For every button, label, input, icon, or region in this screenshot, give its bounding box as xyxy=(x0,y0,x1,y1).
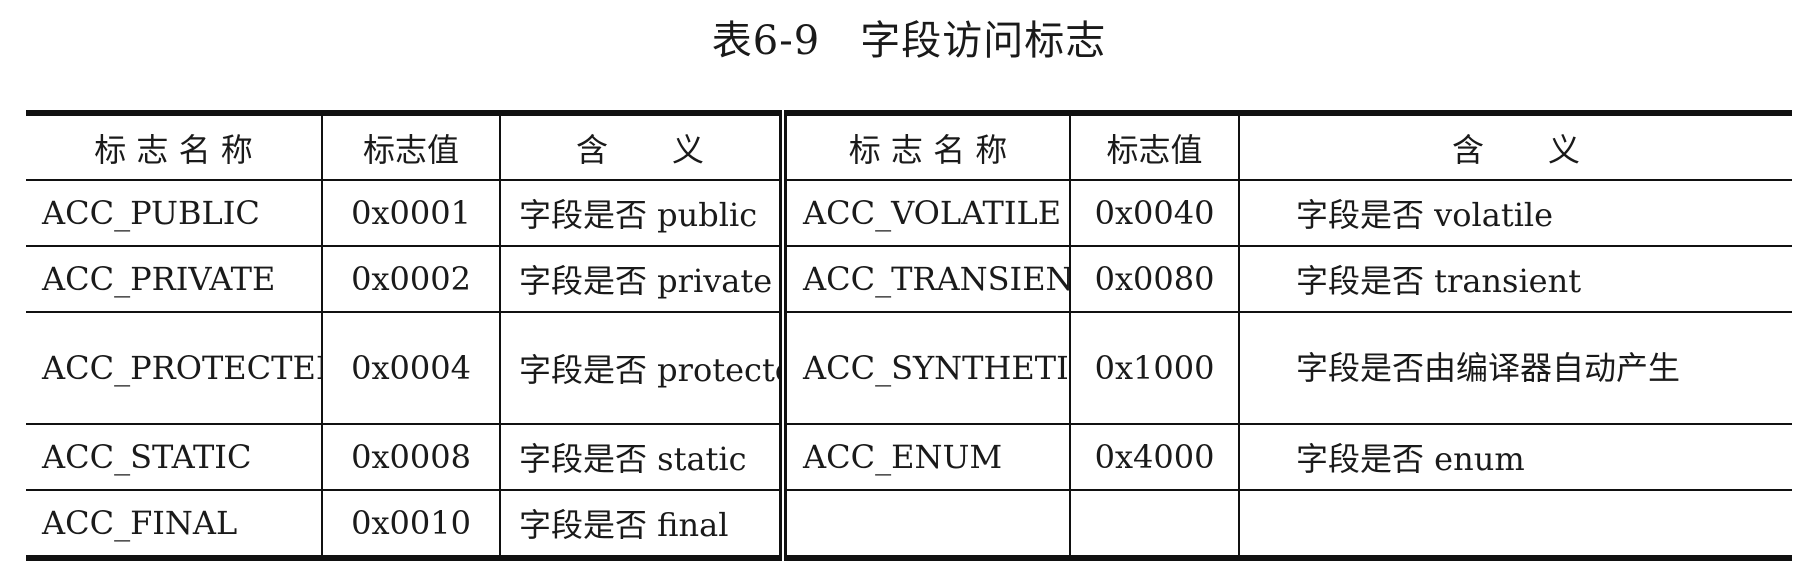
flag-value-cell xyxy=(1070,490,1240,558)
flag-meaning-cell: 字段是否 enum xyxy=(1239,424,1792,491)
flag-meaning-text: 字段是否由编译器自动产生 xyxy=(1296,349,1681,387)
flag-value-cell: 0x4000 xyxy=(1070,424,1240,491)
table-row: ACC_PROTECTED 0x0004 字段是否 protected ACC_… xyxy=(26,312,1792,425)
table-title: 字段访问标志 xyxy=(860,18,1107,64)
flag-meaning-cell xyxy=(1239,490,1792,558)
flag-meaning-cell: 字段是否 private xyxy=(500,246,787,313)
field-access-flags-table: 标 志 名 称 标志值 含 义 标 志 名 称 标志值 含 义 ACC_PUBL… xyxy=(26,110,1792,561)
header-flag-value-right: 标志值 xyxy=(1070,113,1240,181)
flag-name-cell: ACC_TRANSIENT xyxy=(783,246,1071,313)
table-row: ACC_FINAL 0x0010 字段是否 final xyxy=(26,490,1792,558)
flag-meaning-cell: 字段是否 static xyxy=(500,424,787,491)
table-number: 表6-9 xyxy=(711,18,821,64)
table-row: ACC_STATIC 0x0008 字段是否 static ACC_ENUM 0… xyxy=(26,424,1792,491)
header-flag-name-right: 标 志 名 称 xyxy=(783,113,1071,181)
flag-name-cell: ACC_STATIC xyxy=(26,424,323,491)
header-flag-value-left: 标志值 xyxy=(322,113,501,181)
flag-value-cell: 0x0001 xyxy=(322,180,501,247)
flag-name-cell: ACC_ENUM xyxy=(783,424,1071,491)
flag-value-cell: 0x0080 xyxy=(1070,246,1240,313)
flag-name-cell xyxy=(783,490,1071,558)
flag-meaning-cell: 字段是否 volatile xyxy=(1239,180,1792,247)
flag-value-cell: 0x0008 xyxy=(322,424,501,491)
header-meaning-right: 含 义 xyxy=(1239,113,1792,181)
flag-name-cell: ACC_PROTECTED xyxy=(26,312,323,425)
flag-meaning-cell: 字段是否 protected xyxy=(500,312,787,425)
flag-meaning-cell: 字段是否 public xyxy=(500,180,787,247)
flag-value-cell: 0x0002 xyxy=(322,246,501,313)
table-header-row: 标 志 名 称 标志值 含 义 标 志 名 称 标志值 含 义 xyxy=(26,113,1792,181)
header-flag-name-left: 标 志 名 称 xyxy=(26,113,323,181)
header-meaning-left: 含 义 xyxy=(500,113,787,181)
flag-meaning-cell: 字段是否由编译器自动产生 xyxy=(1239,312,1792,425)
table-row: ACC_PRIVATE 0x0002 字段是否 private ACC_TRAN… xyxy=(26,246,1792,313)
flag-value-cell: 0x0040 xyxy=(1070,180,1240,247)
flag-meaning-cell: 字段是否 transient xyxy=(1239,246,1792,313)
flag-name-cell: ACC_PUBLIC xyxy=(26,180,323,247)
flag-name-cell: ACC_VOLATILE xyxy=(783,180,1071,247)
flag-meaning-cell: 字段是否 final xyxy=(500,490,787,558)
table-row: ACC_PUBLIC 0x0001 字段是否 public ACC_VOLATI… xyxy=(26,180,1792,247)
flag-value-cell: 0x1000 xyxy=(1070,312,1240,425)
flag-value-cell: 0x0010 xyxy=(322,490,501,558)
table-caption: 表6-9 字段访问标志 xyxy=(0,14,1818,68)
flag-value-cell: 0x0004 xyxy=(322,312,501,425)
flag-name-cell: ACC_PRIVATE xyxy=(26,246,323,313)
flag-name-cell: ACC_SYNTHETIC xyxy=(783,312,1071,425)
flag-name-cell: ACC_FINAL xyxy=(26,490,323,558)
